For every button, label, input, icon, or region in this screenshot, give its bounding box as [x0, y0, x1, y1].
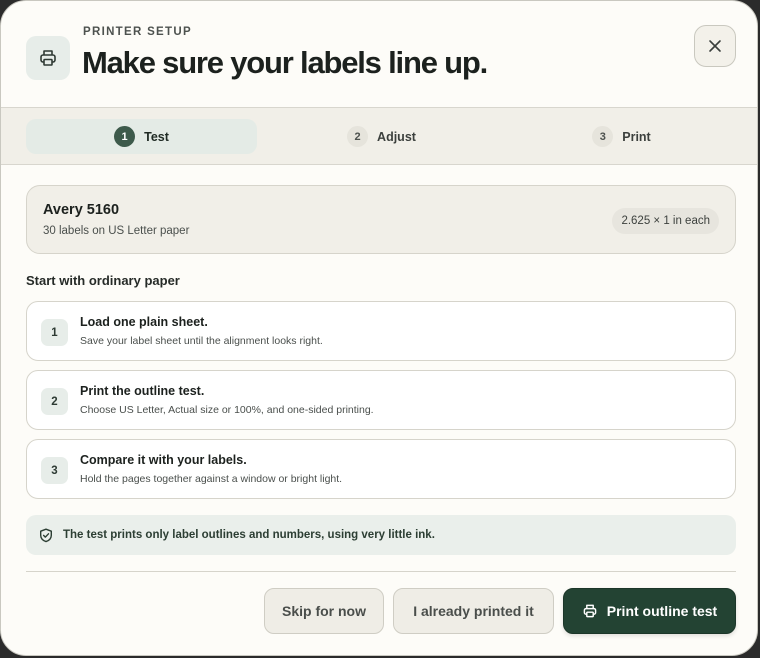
printer-icon [583, 604, 597, 618]
note-text: The test prints only label outlines and … [63, 529, 435, 541]
printer-icon [26, 36, 70, 80]
instruction-step: 2 Print the outline test. Choose US Lett… [26, 370, 736, 430]
progress-stepper: 1 Test 2 Adjust 3 Print [1, 107, 757, 165]
dialog-header: PRINTER SETUP Make sure your labels line… [1, 1, 757, 107]
step-label: Test [144, 129, 169, 144]
instruction-step: 1 Load one plain sheet. Save your label … [26, 301, 736, 361]
instruction-step: 3 Compare it with your labels. Hold the … [26, 439, 736, 499]
step-test[interactable]: 1 Test [26, 119, 257, 154]
instruction-number: 3 [41, 457, 68, 484]
step-adjust[interactable]: 2 Adjust [266, 119, 497, 154]
close-button[interactable] [694, 25, 736, 67]
step-number: 1 [114, 126, 136, 147]
shield-check-icon [40, 528, 52, 542]
page-title: Make sure your labels line up. [82, 45, 488, 80]
label-size-badge: 2.625 × 1 in each [612, 208, 719, 234]
instruction-description: Choose US Letter, Actual size or 100%, a… [80, 404, 374, 416]
dialog-eyebrow: PRINTER SETUP [83, 26, 192, 38]
paper-description: 30 labels on US Letter paper [43, 225, 190, 237]
print-outline-test-button[interactable]: Print outline test [563, 588, 736, 634]
footer-divider [26, 571, 736, 572]
instruction-description: Hold the pages together against a window… [80, 473, 343, 485]
step-print[interactable]: 3 Print [506, 119, 737, 154]
already-printed-button[interactable]: I already printed it [393, 588, 554, 634]
instruction-title: Compare it with your labels. [80, 453, 247, 467]
instruction-title: Load one plain sheet. [80, 315, 208, 329]
instruction-number: 1 [41, 319, 68, 346]
step-number: 3 [592, 126, 614, 147]
instruction-description: Save your label sheet until the alignmen… [80, 335, 323, 347]
step-number: 2 [347, 126, 369, 147]
close-icon [709, 40, 721, 52]
paper-info-card: Avery 5160 30 labels on US Letter paper … [26, 185, 736, 254]
instructions-heading: Start with ordinary paper [26, 273, 180, 288]
step-label: Print [622, 129, 651, 144]
instruction-number: 2 [41, 388, 68, 415]
step-label: Adjust [377, 129, 416, 144]
instruction-title: Print the outline test. [80, 384, 205, 398]
paper-name: Avery 5160 [43, 202, 120, 218]
info-note: The test prints only label outlines and … [26, 515, 736, 555]
print-button-label: Print outline test [606, 603, 718, 619]
printer-setup-dialog: PRINTER SETUP Make sure your labels line… [0, 0, 758, 656]
skip-button[interactable]: Skip for now [264, 588, 384, 634]
